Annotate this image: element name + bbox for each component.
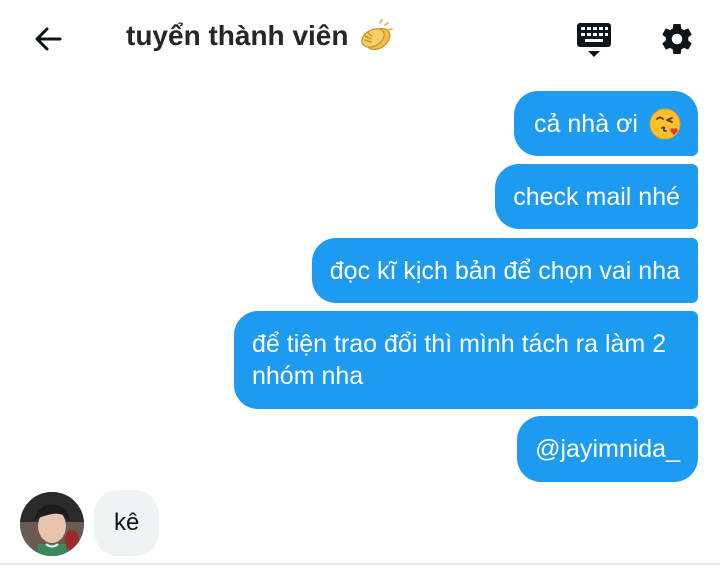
dm-conversation-screen: tuyển thành viên cả nhà ơi check mail nh… [0,0,720,565]
settings-button[interactable] [658,20,696,58]
incoming-message[interactable]: kê [94,490,160,556]
conversation-title[interactable]: tuyển thành viên [126,19,394,53]
keyboard-button[interactable] [574,18,614,60]
back-button[interactable] [30,21,66,57]
arrow-left-icon [35,27,62,51]
outgoing-message[interactable]: @jayimnida_ [517,416,698,482]
message-text: cả nhà ơi [534,109,638,138]
gear-icon [662,24,692,54]
face-blowing-kiss-icon [648,107,682,141]
keyboard-icon [577,23,611,57]
message-text: kê [114,509,140,536]
conversation-header: tuyển thành viên [0,0,720,76]
clapping-hands-icon [358,19,394,53]
message-text: check mail nhé [513,182,680,211]
message-text: đọc kĩ kịch bản để chọn vai nha [329,256,680,285]
message-text: @jayimnida_ [535,435,680,463]
outgoing-message[interactable]: đọc kĩ kịch bản để chọn vai nha [311,238,698,303]
outgoing-message[interactable]: để tiện trao đổi thì mình tách ra làm 2 … [234,311,698,409]
message-text: để tiện trao đổi thì mình tách ra làm 2 … [252,330,667,390]
outgoing-message[interactable]: check mail nhé [495,164,698,229]
conversation-title-text: tuyển thành viên [126,20,349,51]
avatar[interactable] [20,492,84,556]
outgoing-message[interactable]: cả nhà ơi [514,91,698,156]
